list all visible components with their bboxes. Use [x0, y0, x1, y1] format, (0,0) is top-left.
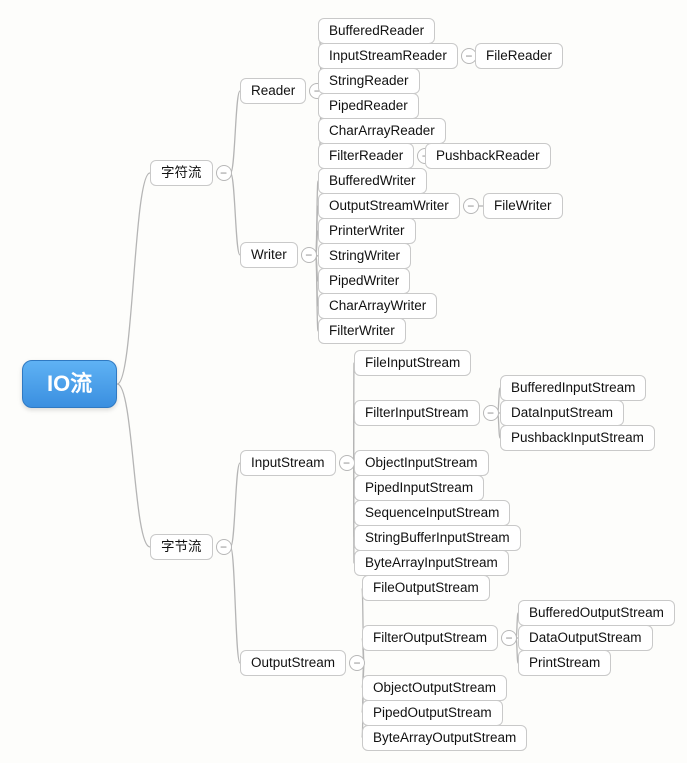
node-leaf[interactable]: BufferedReader: [318, 18, 435, 44]
collapse-icon[interactable]: [349, 655, 365, 671]
node-label: DataOutputStream: [529, 630, 642, 645]
root-label: IO流: [47, 371, 92, 396]
node-leaf[interactable]: ByteArrayOutputStream: [362, 725, 527, 751]
node-leaf[interactable]: BufferedInputStream: [500, 375, 646, 401]
node-label: PipedOutputStream: [373, 705, 492, 720]
node-label: BufferedReader: [329, 23, 424, 38]
node-label: FileOutputStream: [373, 580, 479, 595]
node-label: PushbackReader: [436, 148, 540, 163]
node-label: InputStream: [251, 455, 325, 470]
node-outputstreamwriter[interactable]: OutputStreamWriter: [318, 193, 460, 219]
node-filterinputstream[interactable]: FilterInputStream: [354, 400, 480, 426]
node-label: CharArrayReader: [329, 123, 435, 138]
node-char-stream[interactable]: 字符流: [150, 160, 213, 186]
node-label: CharArrayWriter: [329, 298, 426, 313]
node-label: 字节流: [161, 539, 202, 554]
node-label: PipedWriter: [329, 273, 399, 288]
node-label: DataInputStream: [511, 405, 613, 420]
node-leaf[interactable]: StringReader: [318, 68, 420, 94]
node-leaf[interactable]: BufferedOutputStream: [518, 600, 675, 626]
node-filteroutputstream[interactable]: FilterOutputStream: [362, 625, 498, 651]
node-label: ByteArrayOutputStream: [373, 730, 516, 745]
node-leaf[interactable]: CharArrayWriter: [318, 293, 437, 319]
node-leaf[interactable]: BufferedWriter: [318, 168, 427, 194]
collapse-icon[interactable]: [301, 247, 317, 263]
node-label: ObjectInputStream: [365, 455, 478, 470]
node-leaf[interactable]: DataInputStream: [500, 400, 624, 426]
collapse-icon[interactable]: [463, 198, 479, 214]
node-label: FileInputStream: [365, 355, 460, 370]
node-label: FilterWriter: [329, 323, 395, 338]
node-label: ByteArrayInputStream: [365, 555, 498, 570]
node-leaf[interactable]: PrinterWriter: [318, 218, 416, 244]
node-outputstream[interactable]: OutputStream: [240, 650, 346, 676]
node-label: 字符流: [161, 165, 202, 180]
node-writer[interactable]: Writer: [240, 242, 298, 268]
node-label: FilterOutputStream: [373, 630, 487, 645]
node-inputstreamreader[interactable]: InputStreamReader: [318, 43, 458, 69]
node-leaf[interactable]: PushbackInputStream: [500, 425, 655, 451]
node-leaf[interactable]: ByteArrayInputStream: [354, 550, 509, 576]
node-label: PipedInputStream: [365, 480, 473, 495]
node-label: FileWriter: [494, 198, 552, 213]
collapse-icon[interactable]: [483, 405, 499, 421]
node-label: OutputStreamWriter: [329, 198, 449, 213]
node-label: PipedReader: [329, 98, 408, 113]
collapse-icon[interactable]: [216, 539, 232, 555]
node-label: OutputStream: [251, 655, 335, 670]
node-label: PushbackInputStream: [511, 430, 644, 445]
node-inputstream[interactable]: InputStream: [240, 450, 336, 476]
collapse-icon[interactable]: [216, 165, 232, 181]
mindmap-canvas: IO流 字符流 字节流 Reader Writer InputStream Ou…: [0, 0, 687, 763]
node-leaf[interactable]: FilterWriter: [318, 318, 406, 344]
node-label: StringReader: [329, 73, 409, 88]
node-leaf[interactable]: ObjectInputStream: [354, 450, 489, 476]
node-label: ObjectOutputStream: [373, 680, 496, 695]
node-label: Reader: [251, 83, 295, 98]
node-label: BufferedWriter: [329, 173, 416, 188]
node-filterreader[interactable]: FilterReader: [318, 143, 414, 169]
node-label: StringBufferInputStream: [365, 530, 510, 545]
collapse-icon[interactable]: [501, 630, 517, 646]
node-leaf[interactable]: CharArrayReader: [318, 118, 446, 144]
root-node[interactable]: IO流: [22, 360, 117, 408]
node-leaf[interactable]: PipedInputStream: [354, 475, 484, 501]
node-leaf[interactable]: FileInputStream: [354, 350, 471, 376]
node-label: BufferedInputStream: [511, 380, 635, 395]
node-label: SequenceInputStream: [365, 505, 499, 520]
node-leaf[interactable]: FileWriter: [483, 193, 563, 219]
node-label: PrintStream: [529, 655, 600, 670]
node-label: InputStreamReader: [329, 48, 447, 63]
node-leaf[interactable]: StringWriter: [318, 243, 411, 269]
node-leaf[interactable]: PushbackReader: [425, 143, 551, 169]
node-label: FilterInputStream: [365, 405, 469, 420]
node-leaf[interactable]: FileReader: [475, 43, 563, 69]
node-label: Writer: [251, 247, 287, 262]
node-leaf[interactable]: PipedWriter: [318, 268, 410, 294]
node-leaf[interactable]: FileOutputStream: [362, 575, 490, 601]
node-leaf[interactable]: PrintStream: [518, 650, 611, 676]
node-label: BufferedOutputStream: [529, 605, 664, 620]
node-leaf[interactable]: PipedReader: [318, 93, 419, 119]
node-leaf[interactable]: DataOutputStream: [518, 625, 653, 651]
node-label: FileReader: [486, 48, 552, 63]
collapse-icon[interactable]: [339, 455, 355, 471]
node-leaf[interactable]: PipedOutputStream: [362, 700, 503, 726]
node-label: StringWriter: [329, 248, 400, 263]
node-label: PrinterWriter: [329, 223, 405, 238]
node-leaf[interactable]: SequenceInputStream: [354, 500, 510, 526]
node-leaf[interactable]: ObjectOutputStream: [362, 675, 507, 701]
node-reader[interactable]: Reader: [240, 78, 306, 104]
node-byte-stream[interactable]: 字节流: [150, 534, 213, 560]
node-label: FilterReader: [329, 148, 403, 163]
node-leaf[interactable]: StringBufferInputStream: [354, 525, 521, 551]
